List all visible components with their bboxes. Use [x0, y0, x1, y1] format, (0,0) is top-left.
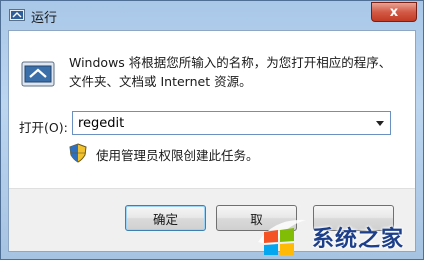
close-button[interactable]: x — [371, 2, 417, 22]
ok-button[interactable]: 确定 — [125, 205, 206, 231]
chevron-down-icon — [376, 120, 384, 126]
run-icon — [21, 61, 55, 87]
open-field-label: 打开(O): — [19, 120, 68, 135]
close-icon: x — [389, 4, 399, 20]
open-input[interactable] — [73, 112, 373, 134]
windows-logo-icon — [258, 219, 306, 255]
title-bar[interactable]: 运行 x — [1, 1, 423, 31]
open-combobox[interactable] — [72, 111, 391, 135]
shield-icon — [69, 143, 87, 163]
dialog-description: Windows 将根据您所输入的名称，为您打开相应的程序、文件夹、文档或 Int… — [69, 55, 392, 89]
watermark-text: 系统之家 — [312, 227, 405, 252]
dropdown-button[interactable] — [370, 112, 390, 134]
window-title: 运行 — [31, 11, 58, 26]
run-icon — [9, 9, 25, 21]
admin-note: 使用管理员权限创建此任务。 — [96, 148, 259, 163]
watermark: 系统之家 — [254, 212, 424, 258]
